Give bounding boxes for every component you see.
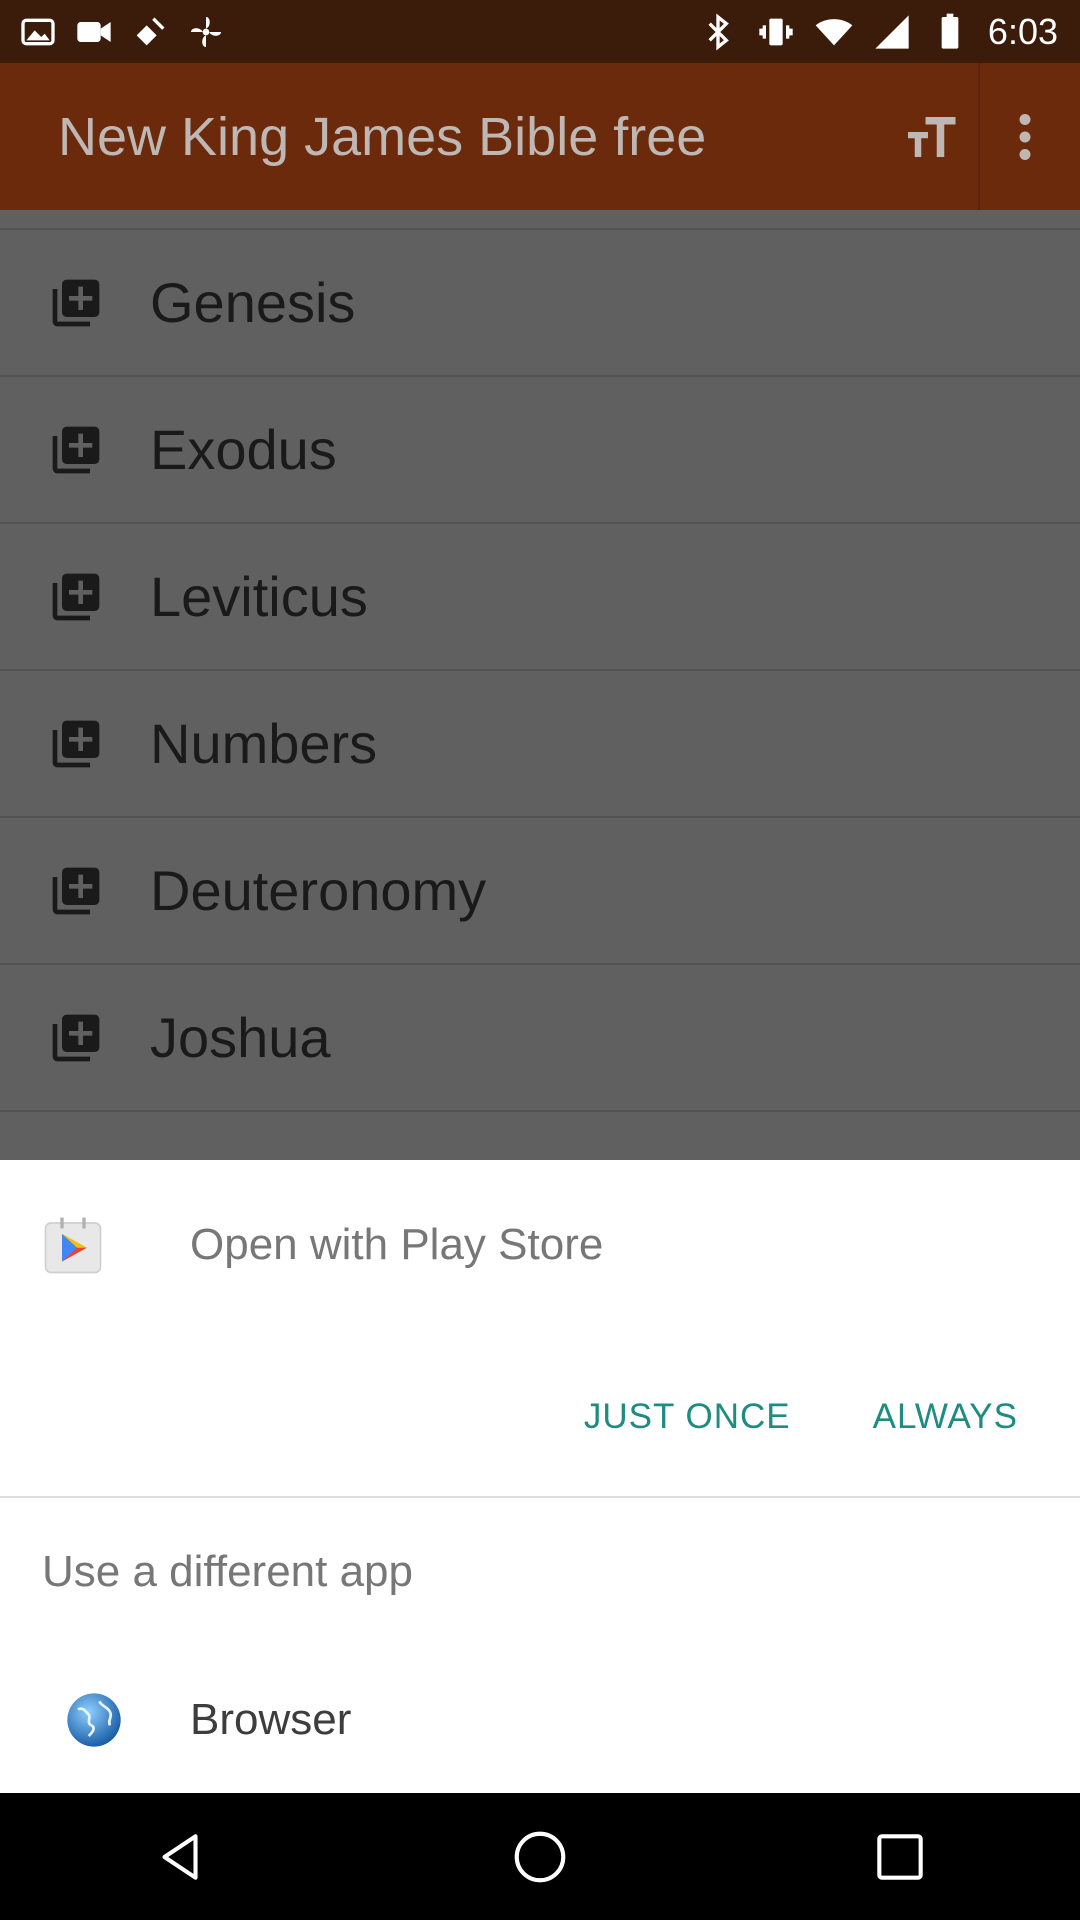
globe-icon <box>67 1693 121 1747</box>
just-once-button[interactable]: JUST ONCE <box>558 1385 817 1449</box>
list-item[interactable]: Exodus <box>0 377 1080 524</box>
play-store-icon <box>44 1217 102 1274</box>
app-title: New King James Bible free <box>58 106 707 167</box>
signal-icon <box>872 12 912 52</box>
book-label: Deuteronomy <box>150 859 487 922</box>
library-add-icon <box>48 275 104 331</box>
book-label: Exodus <box>150 418 337 481</box>
image-icon <box>18 12 58 52</box>
book-list: Genesis Exodus Leviticus Numbers Deutero… <box>0 210 1080 1160</box>
vibrate-icon <box>756 12 796 52</box>
bluetooth-icon <box>698 12 738 52</box>
status-bar: 6:03 <box>0 0 1080 63</box>
list-item[interactable]: Genesis <box>0 228 1080 377</box>
book-label: Joshua <box>150 1006 331 1069</box>
video-call-icon <box>74 12 114 52</box>
home-icon <box>514 1831 566 1882</box>
text-size-icon <box>908 116 956 157</box>
status-time: 6:03 <box>987 10 1058 52</box>
back-button[interactable] <box>145 1822 215 1892</box>
book-label: Numbers <box>150 712 378 775</box>
list-item[interactable]: Leviticus <box>0 524 1080 671</box>
book-label: Leviticus <box>150 565 368 628</box>
library-add-icon <box>48 863 104 919</box>
library-add-icon <box>48 1010 104 1066</box>
always-button[interactable]: ALWAYS <box>847 1385 1044 1449</box>
open-with-text: Open with Play Store <box>190 1220 604 1269</box>
library-add-icon <box>48 569 104 625</box>
open-with-sheet: Open with Play Store JUST ONCE ALWAYS Us… <box>0 1160 1080 1793</box>
book-label: Genesis <box>150 271 356 334</box>
recents-icon <box>877 1833 923 1880</box>
home-button[interactable] <box>505 1822 575 1892</box>
library-add-icon <box>48 422 104 478</box>
open-with-row: Open with Play Store <box>0 1160 1080 1330</box>
browser-label: Browser <box>190 1695 352 1744</box>
choice-buttons: JUST ONCE ALWAYS <box>558 1385 1044 1449</box>
status-right-icons: 6:03 <box>698 11 1080 53</box>
satellite-icon <box>130 12 170 52</box>
battery-icon <box>930 12 970 52</box>
list-item[interactable]: Numbers <box>0 671 1080 818</box>
back-icon <box>162 1833 198 1880</box>
list-item[interactable]: Deuteronomy <box>0 818 1080 965</box>
status-left-icons <box>0 12 226 52</box>
app-bar: New King James Bible free <box>0 63 1080 210</box>
use-different-app-label: Use a different app <box>42 1547 413 1596</box>
more-vert-icon <box>1019 113 1031 160</box>
navigation-bar <box>0 1793 1080 1920</box>
sheet-divider <box>0 1496 1080 1498</box>
recents-button[interactable] <box>865 1822 935 1892</box>
overflow-menu-button[interactable] <box>980 63 1070 210</box>
text-size-button[interactable] <box>888 63 978 210</box>
fan-icon <box>186 12 226 52</box>
wifi-icon <box>814 12 854 52</box>
browser-option[interactable]: Browser <box>0 1660 1080 1780</box>
list-item[interactable]: Joshua <box>0 965 1080 1112</box>
library-add-icon <box>48 716 104 772</box>
